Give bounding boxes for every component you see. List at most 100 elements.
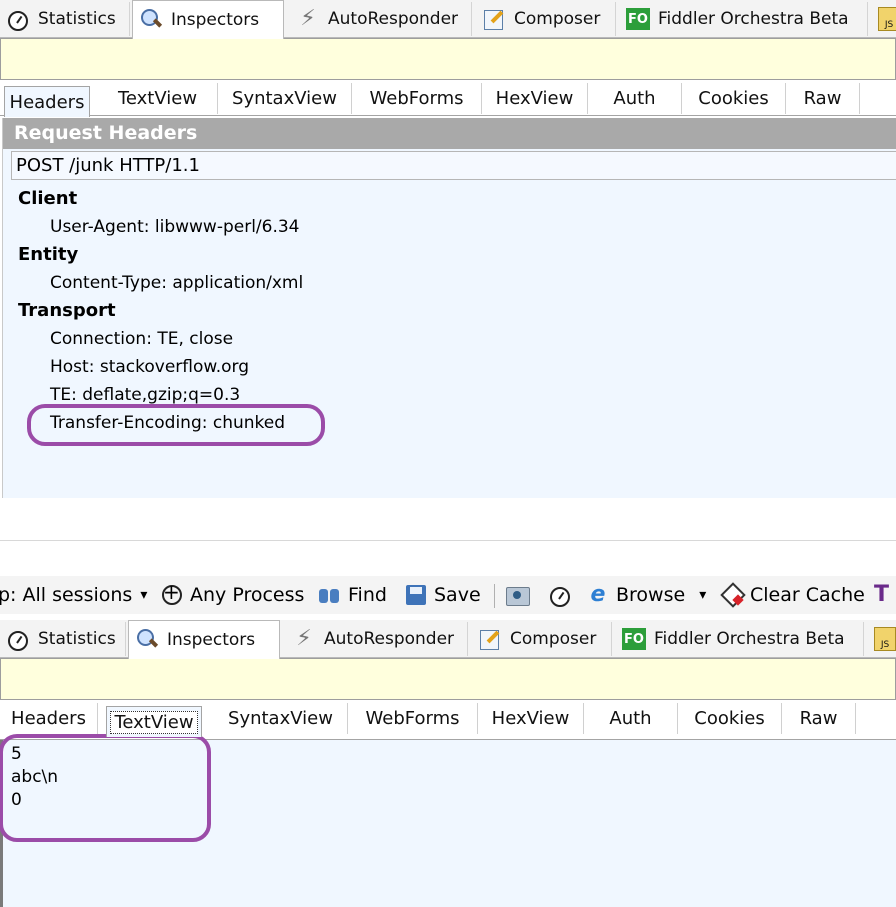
js-icon: JS	[874, 627, 896, 651]
subtab-textview-label: TextView	[110, 710, 198, 734]
header-host[interactable]: Host: stackoverflow.org	[50, 357, 249, 377]
group-transport[interactable]: Transport	[18, 300, 116, 321]
any-process-button[interactable]: Any Process	[160, 576, 304, 614]
keep-sessions-label: p: All sessions	[0, 584, 133, 606]
request-headers-title: Request Headers	[3, 118, 896, 149]
tab-autoresponder[interactable]: ⚡ AutoResponder	[286, 622, 468, 656]
target-icon	[160, 580, 184, 607]
clear-cache-button[interactable]: Clear Cache	[720, 576, 865, 614]
subtab-cookies[interactable]: Cookies	[682, 83, 786, 114]
save-icon	[404, 583, 428, 607]
tab-composer[interactable]: Composer	[472, 622, 612, 656]
clear-cache-label: Clear Cache	[750, 584, 865, 606]
subtab-textview[interactable]: TextView	[106, 706, 202, 737]
text-wizard-icon: T	[874, 582, 890, 607]
tab-label: Fiddler Orchestra Beta	[654, 629, 845, 649]
group-entity[interactable]: Entity	[18, 244, 78, 265]
subtab-hexview[interactable]: HexView	[482, 83, 588, 114]
subtab-headers[interactable]: Headers	[4, 86, 90, 117]
main-toolbar: p: All sessions ▾ Any Process Find Save …	[0, 576, 896, 614]
bottom-panel: p: All sessions ▾ Any Process Find Save …	[0, 576, 896, 907]
toolbar-separator	[494, 584, 495, 608]
subtab-syntaxview[interactable]: SyntaxView	[214, 703, 348, 734]
save-label: Save	[434, 584, 481, 606]
header-connection[interactable]: Connection: TE, close	[50, 329, 233, 349]
chevron-down-icon: ▾	[140, 587, 148, 603]
find-button[interactable]: Find	[318, 576, 387, 614]
stopwatch-icon	[6, 7, 30, 31]
header-user-agent[interactable]: User-Agent: libwww-perl/6.34	[50, 217, 300, 237]
subtab-raw[interactable]: Raw	[782, 703, 856, 734]
tab-more[interactable]: JS	[872, 2, 896, 36]
tab-statistics[interactable]: Statistics	[0, 622, 126, 656]
tab-composer[interactable]: Composer	[476, 2, 616, 36]
header-content-type[interactable]: Content-Type: application/xml	[50, 273, 303, 293]
fo-icon: FO	[626, 8, 650, 30]
request-inspector-tabs: Headers TextView SyntaxView WebForms Hex…	[0, 80, 896, 117]
stopwatch-icon	[6, 627, 30, 651]
tab-autoresponder[interactable]: ⚡ AutoResponder	[290, 2, 472, 36]
text-wizard-button[interactable]: T	[874, 576, 896, 614]
browse-label: Browse	[616, 584, 686, 606]
browse-button[interactable]: e Browse ▾	[586, 576, 707, 614]
inspect-icon	[139, 8, 163, 32]
subtab-syntaxview[interactable]: SyntaxView	[218, 83, 352, 114]
lightning-icon: ⚡	[300, 6, 316, 31]
subtab-auth[interactable]: Auth	[584, 703, 678, 734]
keep-sessions-dropdown[interactable]: p: All sessions ▾	[0, 576, 147, 614]
text-view-body[interactable]: 5 abc\n 0	[0, 734, 896, 907]
subtab-webforms[interactable]: WebForms	[352, 83, 482, 114]
tab-fiddler-orchestra[interactable]: FO Fiddler Orchestra Beta	[616, 622, 864, 656]
js-icon: JS	[878, 7, 896, 31]
tab-label: Statistics	[38, 629, 116, 649]
subtab-hexview[interactable]: HexView	[478, 703, 584, 734]
binoculars-icon	[318, 583, 342, 607]
ie-browser-icon: e	[590, 582, 606, 607]
main-tab-strip: Statistics Inspectors ⚡ AutoResponder Co…	[0, 0, 896, 39]
timer-button[interactable]	[548, 576, 578, 614]
screenshot-button[interactable]	[505, 576, 535, 614]
subtab-auth[interactable]: Auth	[588, 83, 682, 114]
find-label: Find	[348, 584, 387, 606]
subtab-textview[interactable]: TextView	[98, 83, 218, 114]
request-headers-view: Request Headers POST /junk HTTP/1.1 Clie…	[2, 118, 896, 498]
request-line[interactable]: POST /junk HTTP/1.1	[11, 151, 896, 180]
lightning-icon: ⚡	[296, 626, 312, 651]
subtab-webforms[interactable]: WebForms	[348, 703, 478, 734]
tab-label: Inspectors	[167, 630, 256, 650]
stopwatch-icon	[548, 583, 572, 607]
tab-inspectors[interactable]: Inspectors	[132, 0, 284, 39]
tab-label: Composer	[514, 9, 601, 29]
composer-icon	[478, 627, 502, 651]
chevron-down-icon: ▾	[699, 587, 707, 603]
any-process-label: Any Process	[190, 584, 305, 606]
camera-icon	[505, 583, 530, 607]
inspect-icon	[135, 628, 159, 652]
tab-more[interactable]: JS	[868, 622, 896, 656]
tab-label: Fiddler Orchestra Beta	[658, 9, 849, 29]
subtab-headers[interactable]: Headers	[0, 703, 98, 734]
top-panel: Statistics Inspectors ⚡ AutoResponder Co…	[0, 0, 896, 500]
inspector-info-bar	[0, 38, 896, 80]
highlight-chunked-body	[0, 734, 211, 842]
group-client[interactable]: Client	[18, 188, 77, 209]
tab-fiddler-orchestra[interactable]: FO Fiddler Orchestra Beta	[620, 2, 868, 36]
subtab-overflow[interactable]	[856, 703, 896, 734]
tab-label: Composer	[510, 629, 597, 649]
tab-inspectors[interactable]: Inspectors	[128, 620, 280, 659]
subtab-raw[interactable]: Raw	[786, 83, 860, 114]
tab-label: AutoResponder	[324, 629, 455, 649]
header-te[interactable]: TE: deflate,gzip;q=0.3	[50, 385, 240, 405]
save-button[interactable]: Save	[404, 576, 481, 614]
tab-label: Statistics	[38, 9, 116, 29]
tab-label: Inspectors	[171, 10, 260, 30]
composer-icon	[482, 7, 506, 31]
tab-statistics[interactable]: Statistics	[0, 2, 130, 36]
response-inspector-tabs: Headers TextView SyntaxView WebForms Hex…	[0, 700, 896, 740]
fo-icon: FO	[622, 628, 646, 650]
subtab-cookies[interactable]: Cookies	[678, 703, 782, 734]
subtab-overflow[interactable]	[860, 83, 896, 114]
panel-divider	[0, 540, 896, 541]
response-info-bar	[0, 658, 896, 700]
eraser-icon	[720, 583, 744, 607]
